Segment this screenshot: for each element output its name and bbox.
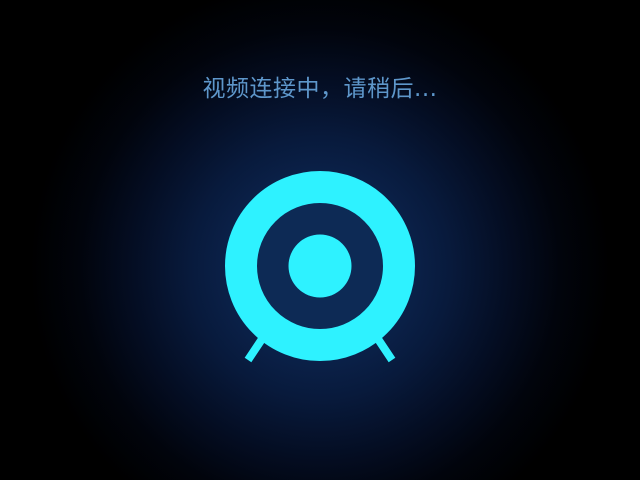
camera-icon bbox=[225, 171, 415, 363]
camera-lens bbox=[288, 234, 352, 298]
connecting-status-text: 视频连接中，请稍后... bbox=[202, 76, 438, 102]
video-connecting-screen: 视频连接中，请稍后... bbox=[0, 0, 640, 480]
